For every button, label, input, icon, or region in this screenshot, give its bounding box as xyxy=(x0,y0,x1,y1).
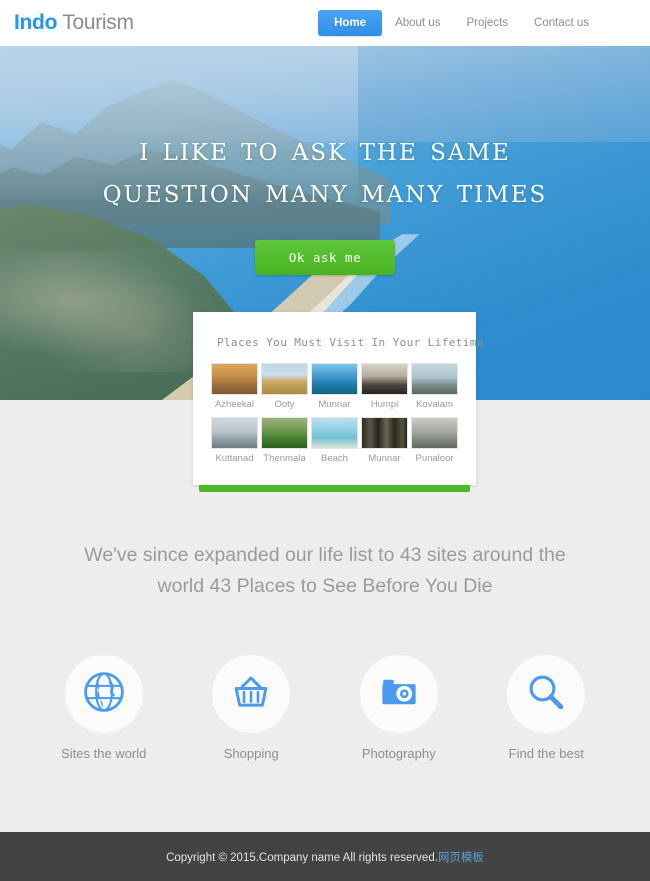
nav-item-home[interactable]: Home xyxy=(318,10,383,36)
logo-secondary: Tourism xyxy=(62,11,134,34)
list-item[interactable]: Humpi xyxy=(361,363,408,413)
thumbnail-image-munnar-2[interactable] xyxy=(361,417,408,449)
list-item[interactable]: Azheekal xyxy=(211,363,258,413)
thumbnail-label: Punaloor xyxy=(415,453,454,464)
thumbnail-label: Ooty xyxy=(274,399,295,410)
list-item[interactable]: Kuttanad xyxy=(211,417,258,467)
magnifier-icon xyxy=(525,671,567,718)
page-subheading: We've since expanded our life list to 43… xyxy=(84,544,566,597)
thumbnail-label: Munnar xyxy=(368,453,401,464)
feature-label: Sites the world xyxy=(61,746,147,761)
thumbnail-label: Azheekal xyxy=(214,399,255,410)
thumbnail-image-beach[interactable] xyxy=(311,417,358,449)
list-item[interactable]: Ooty xyxy=(261,363,308,413)
thumbnail-image-punaloor[interactable] xyxy=(411,417,458,449)
thumbnail-image-kuttanad[interactable] xyxy=(211,417,258,449)
feature-label: Photography xyxy=(361,746,436,761)
thumbnail-label: Thenmala xyxy=(263,453,306,464)
feature-icon-circle xyxy=(64,655,143,733)
feature-sites-the-world[interactable]: Sites the world xyxy=(41,655,166,761)
main-navigation: Home About us Projects Contact us xyxy=(318,10,602,36)
logo-primary: Indo xyxy=(14,11,58,34)
thumbnail-label: Kuttanad xyxy=(215,453,254,464)
site-logo[interactable]: Indo Tourism xyxy=(14,11,134,35)
site-header: Indo Tourism Home About us Projects Cont… xyxy=(0,0,650,46)
feature-shopping[interactable]: Shopping xyxy=(189,655,314,761)
nav-item-projects[interactable]: Projects xyxy=(453,10,521,36)
footer-copyright-line: Copyright © 2015.Company name All rights… xyxy=(166,849,484,865)
feature-icon-circle xyxy=(212,655,291,733)
places-card-accent-bar xyxy=(199,485,470,492)
places-card-title: Places You Must Visit In Your Lifetime xyxy=(217,336,484,349)
globe-icon xyxy=(83,671,125,718)
list-item[interactable]: Beach xyxy=(311,417,358,467)
thumbnail-image-kovalam[interactable] xyxy=(411,363,458,395)
list-item[interactable]: Kovalam xyxy=(411,363,458,413)
basket-icon xyxy=(230,671,272,718)
feature-find-the-best[interactable]: Find the best xyxy=(484,655,609,761)
thumbnail-image-thenmala[interactable] xyxy=(261,417,308,449)
places-card: Places You Must Visit In Your Lifetime A… xyxy=(193,312,484,492)
feature-icon-circle xyxy=(359,655,438,733)
thumbnail-image-ooty[interactable] xyxy=(261,363,308,395)
nav-item-contact-us[interactable]: Contact us xyxy=(521,10,602,36)
list-item[interactable]: Munnar xyxy=(311,363,358,413)
list-item[interactable]: Punaloor xyxy=(411,417,458,467)
feature-label: Shopping xyxy=(223,746,279,761)
hero-title: I LIKE TO ASK THE SAME QUESTION MANY MAN… xyxy=(102,140,548,208)
feature-photography[interactable]: Photography xyxy=(336,655,461,761)
footer-copyright-text: Copyright © 2015.Company name All rights… xyxy=(166,851,438,864)
nav-item-about-us[interactable]: About us xyxy=(382,10,453,36)
places-thumbnail-grid: Azheekal Ooty Munnar Humpi Kovalam Kutta xyxy=(211,363,458,467)
thumbnail-image-munnar-1[interactable] xyxy=(311,363,358,395)
camera-icon xyxy=(378,671,420,718)
footer-template-link[interactable]: 网页模板 xyxy=(438,852,484,864)
list-item[interactable]: Thenmala xyxy=(261,417,308,467)
feature-list: Sites the world Shopping Photography Fin… xyxy=(0,655,650,761)
places-card-body: Places You Must Visit In Your Lifetime A… xyxy=(193,312,484,485)
feature-icon-circle xyxy=(507,655,586,733)
feature-label: Find the best xyxy=(508,746,584,761)
site-footer: Copyright © 2015.Company name All rights… xyxy=(0,832,650,881)
thumbnail-label: Beach xyxy=(321,453,348,464)
thumbnail-label: Munnar xyxy=(318,399,351,410)
ok-ask-me-button[interactable]: Ok ask me xyxy=(254,240,396,275)
list-item[interactable]: Munnar xyxy=(361,417,408,467)
thumbnail-image-humpi[interactable] xyxy=(361,363,408,395)
thumbnail-image-azheekal[interactable] xyxy=(211,363,258,395)
thumbnail-label: Kovalam xyxy=(416,399,453,410)
thumbnail-label: Humpi xyxy=(370,399,399,410)
hero-content: I LIKE TO ASK THE SAME QUESTION MANY MAN… xyxy=(0,132,650,275)
